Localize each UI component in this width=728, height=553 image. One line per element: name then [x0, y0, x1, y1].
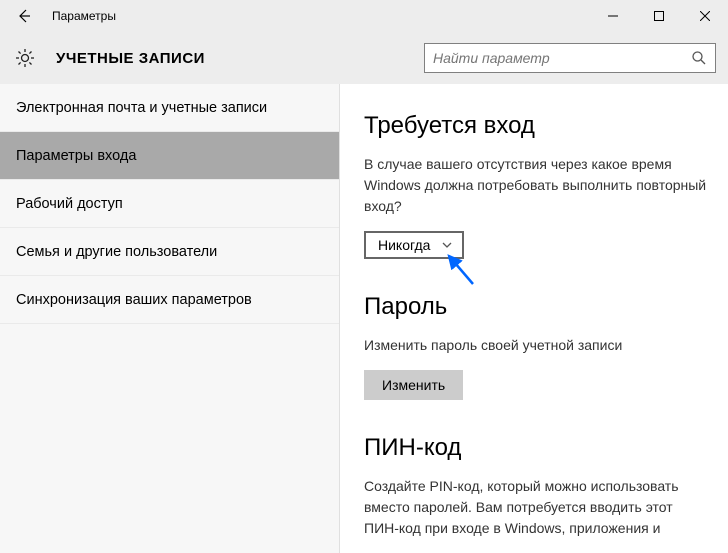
close-icon: [700, 11, 710, 21]
sidebar-item-email-accounts[interactable]: Электронная почта и учетные записи: [0, 84, 339, 132]
page-title: УЧЕТНЫЕ ЗАПИСИ: [56, 50, 205, 67]
search-box[interactable]: [424, 43, 716, 73]
signin-required-text: В случае вашего отсутствия через какое в…: [364, 154, 708, 217]
maximize-button[interactable]: [636, 0, 682, 32]
section-signin-required: Требуется вход В случае вашего отсутстви…: [364, 112, 708, 259]
change-password-button[interactable]: Изменить: [364, 370, 463, 400]
minimize-icon: [608, 11, 618, 21]
password-heading: Пароль: [364, 293, 708, 321]
password-text: Изменить пароль своей учетной записи: [364, 335, 708, 356]
sidebar: Электронная почта и учетные записи Парам…: [0, 84, 340, 553]
signin-required-heading: Требуется вход: [364, 112, 708, 140]
content: Электронная почта и учетные записи Парам…: [0, 84, 728, 553]
main-panel: Требуется вход В случае вашего отсутстви…: [340, 84, 728, 553]
sidebar-item-sync-settings[interactable]: Синхронизация ваших параметров: [0, 276, 339, 324]
close-button[interactable]: [682, 0, 728, 32]
window-controls: [590, 0, 728, 32]
minimize-button[interactable]: [590, 0, 636, 32]
arrow-left-icon: [16, 8, 32, 24]
titlebar: Параметры: [0, 0, 728, 32]
sidebar-item-family-users[interactable]: Семья и другие пользователи: [0, 228, 339, 276]
chevron-down-icon: [442, 239, 452, 251]
sidebar-item-signin-options[interactable]: Параметры входа: [0, 132, 339, 180]
pin-heading: ПИН-код: [364, 434, 708, 462]
dropdown-value: Никогда: [378, 237, 430, 253]
window-title: Параметры: [52, 9, 116, 23]
search-icon: [691, 50, 707, 66]
gear-icon: [14, 47, 36, 69]
section-password: Пароль Изменить пароль своей учетной зап…: [364, 293, 708, 400]
pin-text: Создайте PIN-код, который можно использо…: [364, 476, 708, 539]
sidebar-item-work-access[interactable]: Рабочий доступ: [0, 180, 339, 228]
maximize-icon: [654, 11, 664, 21]
back-button[interactable]: [8, 0, 40, 32]
header: УЧЕТНЫЕ ЗАПИСИ: [0, 32, 728, 84]
search-input[interactable]: [433, 50, 691, 66]
section-pin: ПИН-код Создайте PIN-код, который можно …: [364, 434, 708, 539]
signin-required-dropdown[interactable]: Никогда: [364, 231, 464, 259]
